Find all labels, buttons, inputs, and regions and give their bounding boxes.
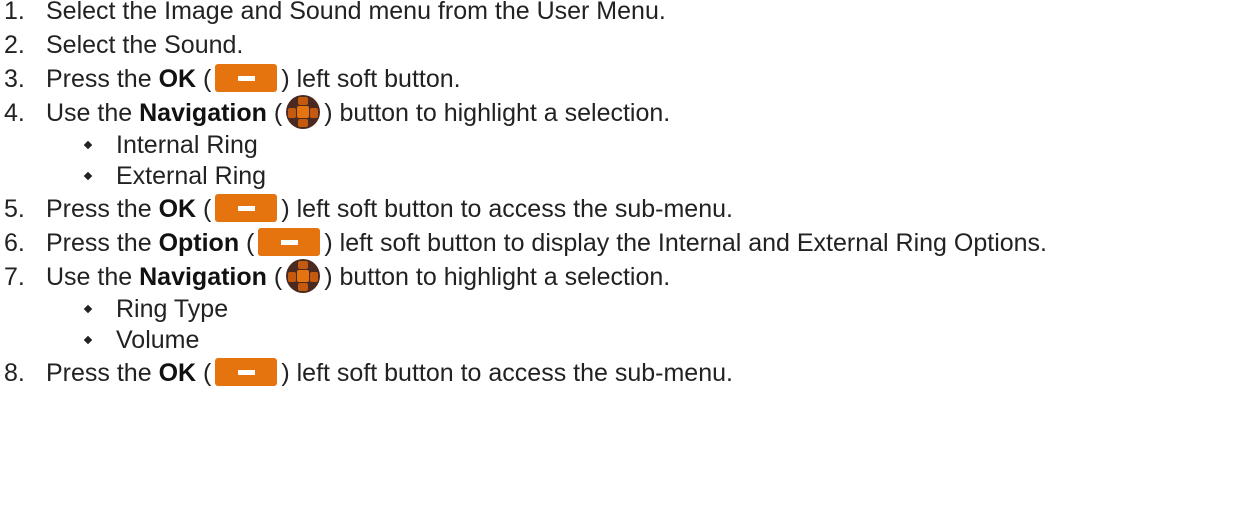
step-3: 3. Press the OK ( ) left soft button. [0,62,1235,96]
diamond-bullet-icon [83,140,93,150]
left-soft-button-icon [258,228,321,257]
paren-open: ( [196,359,212,387]
step-text-pre: Press the [46,195,159,223]
step-7: 7. Use the Navigation ( ) button to highl… [0,259,1235,294]
paren-open: ( [239,229,255,257]
sub-item: Internal Ring [0,130,1235,161]
paren-open: ( [266,99,283,127]
sub-item: Ring Type [0,294,1235,325]
sub-item-label: External Ring [116,162,267,190]
step-text: Press the Option ( ) left soft button to … [46,226,1220,260]
diamond-bullet-icon [83,304,93,314]
step-text-post: ) left soft button. [281,65,461,93]
navigation-button-icon [286,95,321,130]
step-text-post: ) button to highlight a selection. [324,263,671,291]
key-name: OK [158,195,197,223]
paren-open: ( [196,65,212,93]
step-text: Use the Navigation ( ) button to highligh… [46,259,1235,294]
sub-item: Volume [0,325,1235,356]
left-soft-button-icon [215,64,278,93]
diamond-bullet-icon [83,171,93,181]
step-text: Press the OK ( ) left soft button to acce… [46,356,1235,390]
navigation-button-icon [286,259,321,294]
step-text: Use the Navigation ( ) button to highligh… [46,95,1235,130]
step-1: 1. Select the Image and Sound menu from … [0,0,1235,28]
step-text: Select the Image and Sound menu from the… [46,0,666,25]
left-soft-button-icon [215,358,278,387]
step-text-pre: Press the [46,65,159,93]
sub-item-label: Volume [116,326,200,354]
key-name: Navigation [139,263,267,291]
paren-open: ( [266,263,283,291]
step-text-pre: Use the [46,99,140,127]
step-number: 5. [4,195,25,223]
sub-item-label: Internal Ring [116,131,258,159]
step-number: 8. [4,359,25,387]
sub-item: External Ring [0,161,1235,192]
step-text-post: ) left soft button to access the sub-men… [281,359,733,387]
step-text-post: ) button to highlight a selection. [324,99,671,127]
left-soft-button-icon [215,194,278,223]
step-6: 6. Press the Option ( ) left soft button … [0,226,1220,260]
step-text: Select the Sound. [46,31,244,59]
key-name: Navigation [139,99,267,127]
step-number: 3. [4,65,25,93]
instruction-list: 1. Select the Image and Sound menu from … [0,0,1235,390]
step-8: 8. Press the OK ( ) left soft button to a… [0,356,1235,390]
step-text-post: ) left soft button to access the sub-men… [281,195,733,223]
key-name: OK [158,359,197,387]
step-number: 4. [4,99,25,127]
step-4: 4. Use the Navigation ( ) button to highl… [0,95,1235,130]
paren-open: ( [196,195,212,223]
sub-item-label: Ring Type [116,295,229,323]
step-text-post: ) left soft button to display the Intern… [324,229,1048,257]
step-number: 6. [4,229,25,257]
key-name: Option [158,229,240,257]
diamond-bullet-icon [83,335,93,345]
step-text-pre: Press the [46,229,159,257]
step-number: 1. [4,0,25,25]
step-text: Press the OK ( ) left soft button to acce… [46,192,1235,226]
step-number: 7. [4,263,25,291]
step-5: 5. Press the OK ( ) left soft button to a… [0,192,1235,226]
step-text: Press the OK ( ) left soft button. [46,62,1235,96]
step-text-pre: Press the [46,359,159,387]
key-name: OK [158,65,197,93]
step-text-pre: Use the [46,263,140,291]
step-2: 2. Select the Sound. [0,28,1235,62]
step-number: 2. [4,31,25,59]
